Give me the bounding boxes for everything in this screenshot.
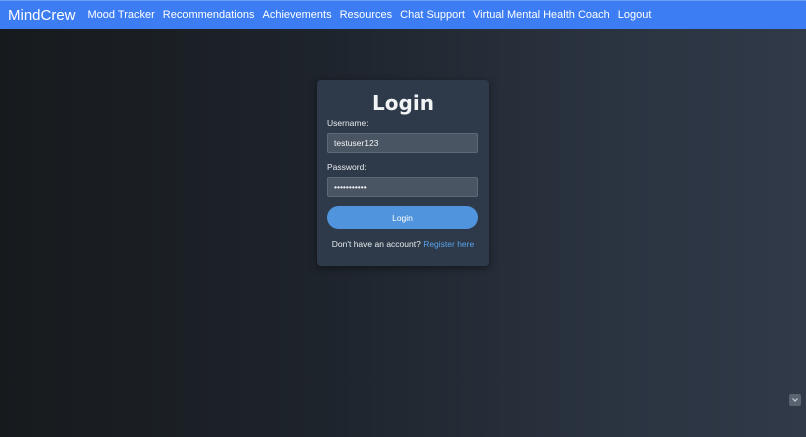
nav-link-mood-tracker[interactable]: Mood Tracker (88, 9, 155, 21)
nav-link-chat-support[interactable]: Chat Support (400, 9, 465, 21)
login-card: Login Username: Password: Login Don't ha… (317, 80, 489, 266)
username-label: Username: (327, 118, 369, 128)
nav-link-recommendations[interactable]: Recommendations (163, 9, 255, 21)
navbar: MindCrew Mood Tracker Recommendations Ac… (0, 0, 806, 29)
password-label: Password: (327, 162, 367, 172)
username-input[interactable] (327, 133, 478, 153)
register-prompt: Don't have an account? (331, 239, 421, 249)
corner-widget-button[interactable] (789, 394, 801, 406)
chevron-down-icon (792, 398, 798, 402)
register-link[interactable]: Register here (423, 239, 474, 249)
brand-logo-link[interactable]: MindCrew (8, 7, 76, 24)
nav-link-achievements[interactable]: Achievements (262, 9, 331, 21)
password-input[interactable] (327, 177, 478, 197)
login-title: Login (372, 91, 434, 115)
nav-link-virtual-coach[interactable]: Virtual Mental Health Coach (473, 9, 610, 21)
register-row: Don't have an account? Register here (327, 239, 479, 249)
nav-link-logout[interactable]: Logout (618, 9, 652, 21)
login-button[interactable]: Login (327, 206, 478, 229)
nav-link-resources[interactable]: Resources (340, 9, 393, 21)
